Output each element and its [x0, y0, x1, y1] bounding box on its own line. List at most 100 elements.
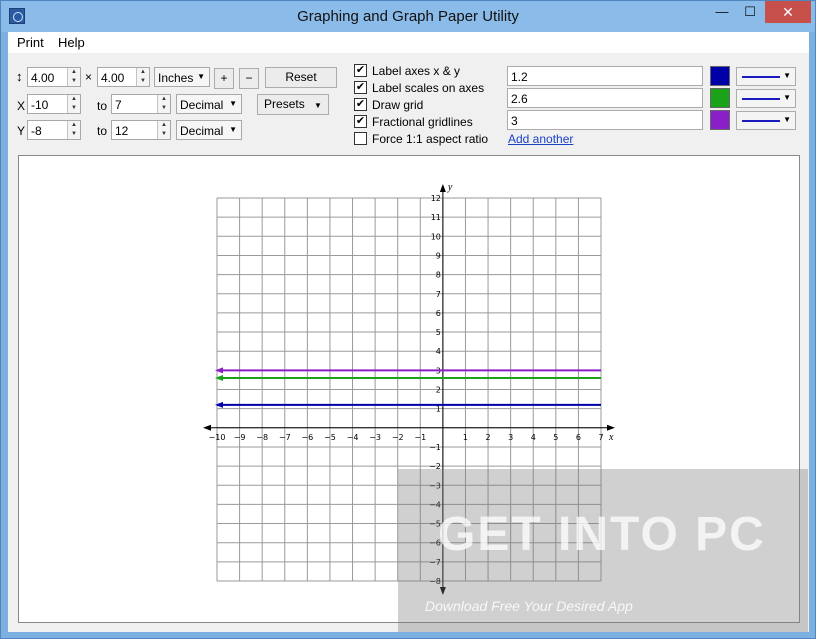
y-to-label: to	[97, 124, 108, 138]
checkbox-box[interactable]: ✔	[354, 81, 367, 94]
x-tick-label: −10	[209, 433, 226, 442]
up-arrow-icon[interactable]: ▲	[68, 68, 80, 77]
title-bar[interactable]: Graphing and Graph Paper Utility — ☐ ✕	[1, 1, 815, 32]
chevron-down-icon: ▼	[783, 115, 791, 124]
x-from-value: -10	[31, 98, 49, 112]
function-input-1[interactable]: 1.2	[507, 66, 703, 86]
y-tick-label: 12	[431, 194, 441, 203]
chevron-down-icon: ▼	[229, 125, 237, 134]
menu-help[interactable]: Help	[58, 35, 85, 50]
series-arrow-3	[215, 367, 223, 374]
line-style-icon	[742, 98, 780, 100]
x-tick-label: −9	[234, 433, 246, 442]
y-to-stepper[interactable]: 12 ▲ ▼	[111, 120, 171, 140]
minimize-button[interactable]: —	[708, 1, 736, 23]
aspect-ratio-text: Force 1:1 aspect ratio	[372, 132, 489, 146]
x-from-stepper-arrows[interactable]: ▲ ▼	[67, 95, 80, 113]
reset-button[interactable]: Reset	[265, 67, 337, 88]
zoom-in-button[interactable]: +	[214, 68, 234, 89]
x-tick-label: −3	[369, 433, 381, 442]
y-tick-label: −1	[429, 443, 441, 452]
x-from-stepper[interactable]: -10 ▲ ▼	[27, 94, 81, 114]
unit-dropdown[interactable]: Inches ▼	[154, 67, 210, 87]
up-arrow-icon[interactable]: ▲	[158, 121, 170, 130]
x-axis-label: x	[608, 432, 614, 443]
y-format-dropdown[interactable]: Decimal ▼	[176, 120, 242, 140]
x-format-value: Decimal	[180, 98, 224, 112]
times-sign: ×	[85, 70, 93, 84]
presets-button[interactable]: Presets ▼	[257, 94, 329, 115]
label-scales-text: Label scales on axes	[372, 81, 485, 95]
y-format-value: Decimal	[180, 124, 224, 138]
x-tick-label: −1	[414, 433, 426, 442]
checkbox-box[interactable]: ✔	[354, 115, 367, 128]
x-tick-label: −2	[392, 433, 404, 442]
y-to-stepper-arrows[interactable]: ▲ ▼	[157, 121, 170, 139]
unit-value: Inches	[158, 71, 194, 85]
down-arrow-icon[interactable]: ▼	[68, 104, 80, 113]
function-1-line-style-dropdown[interactable]: ▼	[736, 67, 796, 86]
down-arrow-icon[interactable]: ▼	[68, 77, 80, 86]
x-tick-label: −5	[324, 433, 336, 442]
y-tick-label: 10	[431, 232, 441, 241]
checkbox-box[interactable]: ✔	[354, 64, 367, 77]
down-arrow-icon[interactable]: ▼	[68, 130, 80, 139]
x-tick-label: −7	[279, 433, 291, 442]
draw-grid-text: Draw grid	[372, 98, 424, 112]
y-axis-arrow-top	[439, 184, 446, 192]
chevron-down-icon: ▼	[783, 93, 791, 102]
x-to-value: 7	[115, 98, 122, 112]
width-stepper[interactable]: 4.00 ▲ ▼	[27, 67, 81, 87]
y-tick-label: 9	[436, 251, 441, 260]
size-icon: ↕	[16, 69, 23, 84]
function-3-color-swatch[interactable]	[710, 110, 730, 130]
height-stepper-arrows[interactable]: ▲ ▼	[136, 68, 149, 86]
fractional-gridlines-text: Fractional gridlines	[372, 115, 473, 129]
y-tick-label: 4	[436, 347, 441, 356]
x-tick-label: 1	[463, 433, 468, 442]
y-from-stepper[interactable]: -8 ▲ ▼	[27, 120, 81, 140]
down-arrow-icon[interactable]: ▼	[137, 77, 149, 86]
x-tick-label: 2	[486, 433, 491, 442]
down-arrow-icon[interactable]: ▼	[158, 130, 170, 139]
watermark-title: GET INTO PC	[438, 508, 766, 561]
checkbox-box[interactable]	[354, 132, 367, 145]
up-arrow-icon[interactable]: ▲	[137, 68, 149, 77]
up-arrow-icon[interactable]: ▲	[158, 95, 170, 104]
y-tick-label: 1	[436, 405, 441, 414]
zoom-out-button[interactable]: −	[239, 68, 259, 89]
function-1-color-swatch[interactable]	[710, 66, 730, 86]
watermark: GET INTO PC Download Free Your Desired A…	[398, 469, 808, 632]
checkbox-box[interactable]: ✔	[354, 98, 367, 111]
function-3-line-style-dropdown[interactable]: ▼	[736, 111, 796, 130]
y-tick-label: 7	[436, 290, 441, 299]
function-input-3[interactable]: 3	[507, 110, 703, 130]
close-button[interactable]: ✕	[765, 1, 811, 23]
up-arrow-icon[interactable]: ▲	[68, 121, 80, 130]
height-stepper[interactable]: 4.00 ▲ ▼	[97, 67, 150, 87]
chevron-down-icon: ▼	[783, 71, 791, 80]
maximize-button[interactable]: ☐	[736, 1, 764, 23]
x-axis-arrow-left	[203, 424, 211, 431]
function-2-color-swatch[interactable]	[710, 88, 730, 108]
y-tick-label: 5	[436, 328, 441, 337]
y-from-stepper-arrows[interactable]: ▲ ▼	[67, 121, 80, 139]
y-tick-label: 6	[436, 309, 441, 318]
menu-print[interactable]: Print	[17, 35, 44, 50]
function-2-value: 2.6	[511, 92, 528, 106]
add-another-link[interactable]: Add another	[508, 132, 573, 146]
chevron-down-icon: ▼	[314, 101, 322, 110]
presets-label: Presets	[264, 97, 305, 111]
x-to-stepper-arrows[interactable]: ▲ ▼	[157, 95, 170, 113]
down-arrow-icon[interactable]: ▼	[158, 104, 170, 113]
x-to-stepper[interactable]: 7 ▲ ▼	[111, 94, 171, 114]
x-format-dropdown[interactable]: Decimal ▼	[176, 94, 242, 114]
function-2-line-style-dropdown[interactable]: ▼	[736, 89, 796, 108]
x-tick-label: 3	[508, 433, 513, 442]
width-stepper-arrows[interactable]: ▲ ▼	[67, 68, 80, 86]
x-tick-label: 5	[553, 433, 558, 442]
x-tick-label: 6	[576, 433, 581, 442]
up-arrow-icon[interactable]: ▲	[68, 95, 80, 104]
x-range-label: X	[17, 99, 26, 113]
function-input-2[interactable]: 2.6	[507, 88, 703, 108]
